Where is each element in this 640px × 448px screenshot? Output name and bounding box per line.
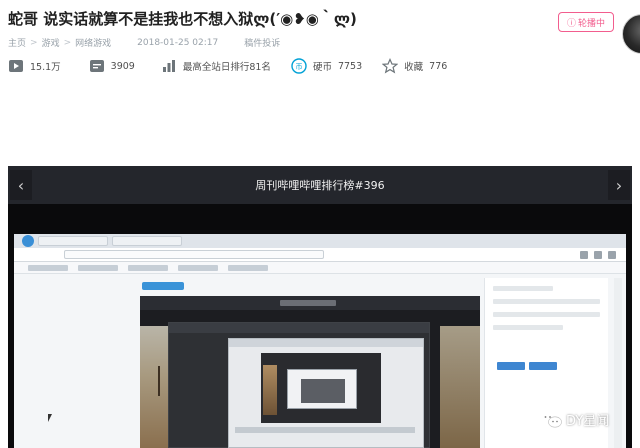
danmaku-icon (89, 58, 105, 74)
coins-label: 硬币 (312, 62, 332, 73)
frame-desert-scene (440, 326, 480, 448)
live-label: 轮播中 (578, 18, 606, 29)
browser-logo-icon (22, 235, 34, 247)
views-count: 15.1万 (30, 62, 61, 73)
watermark: DY星闻 (540, 410, 609, 429)
player-title-bar: ‹ 周刊哔哩哔哩排行榜#396 › (8, 166, 632, 204)
stat-views: 15.1万 (8, 58, 61, 74)
breadcrumb: 主页 > 游戏 > 网络游戏 2018-01-25 02:17 稿件投诉 (8, 36, 280, 50)
frame-bookmark (78, 264, 118, 271)
favorites-count: 776 (429, 60, 448, 72)
frame-inner-window (228, 338, 424, 448)
prev-arrow-icon[interactable]: ‹ (10, 170, 32, 200)
breadcrumb-games[interactable]: 游戏 (42, 36, 60, 49)
frame-url-field (64, 250, 324, 259)
frame-address-bar (14, 248, 626, 262)
frame-bookmarks (14, 262, 626, 274)
breadcrumb-online-games[interactable]: 网络游戏 (75, 36, 111, 49)
video-player[interactable]: ‹ 周刊哔哩哔哩排行榜#396 › (8, 166, 632, 448)
frame-bookmark (28, 264, 68, 271)
favorites-label: 收藏 (404, 62, 424, 73)
stat-coins[interactable]: 币 硬币 7753 (291, 58, 362, 74)
frame-toolbar (580, 250, 616, 259)
frame-tab (112, 236, 182, 246)
rank-icon (161, 58, 177, 74)
frame-scrollbar (614, 278, 622, 448)
watermark-text: DY星闻 (566, 414, 610, 429)
stat-danmaku: 3909 (89, 58, 135, 74)
live-button[interactable]: ⓘ 轮播中 (558, 12, 614, 32)
breadcrumb-separator: > (30, 37, 38, 48)
upload-time: 2018-01-25 02:17 (137, 37, 219, 48)
play-icon (8, 58, 24, 74)
stat-favorites[interactable]: 收藏 776 (382, 58, 447, 74)
star-icon (382, 58, 399, 74)
stats-row: 15.1万 3909 最高全站日排行81名 币 硬币 7753 收藏 776 (8, 56, 447, 76)
frame-bookmark (178, 264, 218, 271)
breadcrumb-separator: > (63, 37, 72, 48)
report-link[interactable]: 稿件投诉 (244, 36, 280, 49)
frame-tab (38, 236, 108, 246)
danmaku-count: 3909 (110, 60, 135, 72)
rank-text: 最高全站日排行81名 (182, 62, 271, 73)
frame-bookmark (228, 264, 268, 271)
stat-rank: 最高全站日排行81名 (161, 58, 271, 74)
frame-toolbar-icon (608, 250, 616, 259)
next-arrow-icon[interactable]: › (608, 170, 630, 200)
coins-count: 7753 (337, 60, 363, 72)
breadcrumb-home[interactable]: 主页 (8, 36, 26, 49)
svg-text:币: 币 (295, 63, 302, 71)
player-title: 周刊哔哩哔哩排行榜#396 (255, 179, 385, 192)
frame-blue-bar (142, 282, 184, 290)
video-title-row: 蛇哥 说实话就算不是挂我也不想入狱ლ(′◉❥◉｀ლ) (8, 6, 530, 30)
coin-icon: 币 (291, 58, 307, 74)
mouse-cursor-icon (48, 414, 56, 422)
avatar[interactable] (622, 14, 640, 54)
alert-icon: ⓘ (566, 18, 576, 29)
video-title: 蛇哥 说实话就算不是挂我也不想入狱ლ(′◉❥◉｀ლ) (8, 9, 357, 28)
wechat-icon (540, 411, 562, 429)
frame-toolbar-icon (580, 250, 588, 259)
frame-toolbar-icon (594, 250, 602, 259)
frame-bookmark (128, 264, 168, 271)
video-frame (14, 234, 626, 448)
frame-browser-tabs (14, 234, 626, 248)
